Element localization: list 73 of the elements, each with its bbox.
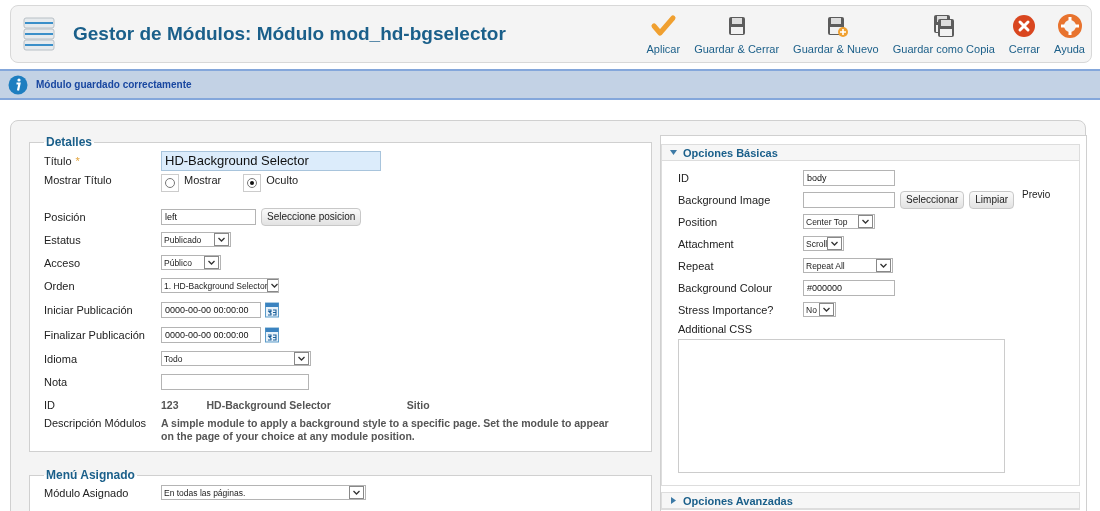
section-header[interactable]: Opciones Avanzadas xyxy=(662,493,1079,509)
fieldset-legend: Detalles xyxy=(44,135,95,149)
info-value: HD-Background Selector xyxy=(206,398,331,411)
text-field[interactable] xyxy=(161,373,309,390)
toolbar-button[interactable]: Guardar como Copia xyxy=(892,13,995,55)
calendar-icon[interactable] xyxy=(265,301,279,318)
fieldset-legend: Menú Asignado xyxy=(44,468,137,482)
dropdown[interactable]: Público xyxy=(161,255,221,270)
toolbar-button[interactable]: Ayuda xyxy=(1054,13,1085,55)
field-label: Idioma xyxy=(44,352,79,365)
info-icon xyxy=(8,74,28,95)
field-label: Mostrar Título xyxy=(44,174,113,186)
message-text: Módulo guardado correctamente xyxy=(36,79,192,90)
field-label: ID xyxy=(44,398,56,411)
info-value: 123 xyxy=(161,398,179,411)
field-label: Background Colour xyxy=(678,281,774,294)
dropdown[interactable]: 1. HD-Background Selector xyxy=(161,278,279,293)
field-label: Attachment xyxy=(678,237,735,250)
field-label: Iniciar Publicación xyxy=(44,303,134,316)
toolbar-button[interactable]: Guardar & Cerrar xyxy=(694,13,780,55)
dropdown[interactable]: Scroll xyxy=(803,236,844,251)
dropdown[interactable]: Repeat All xyxy=(803,258,893,273)
preview-label: Previo xyxy=(1022,189,1051,200)
toolbar-button[interactable]: Guardar & Nuevo xyxy=(793,13,879,55)
radio-label: Mostrar xyxy=(184,174,222,186)
date-field[interactable]: 0000-00-00 00:00:00 xyxy=(161,326,261,343)
section-header[interactable]: Opciones Básicas xyxy=(662,145,1079,161)
calendar-icon[interactable] xyxy=(265,326,279,343)
field-label: Título * xyxy=(44,154,81,167)
chevron-down-icon xyxy=(819,303,834,316)
chevron-down-icon xyxy=(294,352,309,365)
dropdown[interactable]: Todo xyxy=(161,351,311,366)
field-label: Acceso xyxy=(44,256,82,269)
page-title: Gestor de Módulos: Módulo mod_hd-bgselector xyxy=(73,23,507,45)
chevron-down-icon xyxy=(827,237,843,250)
chevron-down-icon xyxy=(214,233,229,246)
chevron-down-icon xyxy=(349,486,364,499)
field-label: ID xyxy=(678,171,690,184)
field-label: Repeat xyxy=(678,259,715,272)
text-field[interactable]: HD-Background Selector xyxy=(161,150,381,171)
chevron-down-icon xyxy=(876,259,891,272)
select-button[interactable]: Seleccionar xyxy=(900,190,965,209)
field-label: Additional CSS xyxy=(678,323,753,335)
dropdown[interactable]: Publicado xyxy=(161,232,231,247)
field-label: Descripción Módulos xyxy=(44,417,148,429)
stacked-discs-icon xyxy=(23,17,55,51)
date-field[interactable]: 0000-00-00 00:00:00 xyxy=(161,301,261,318)
field-label: Estatus xyxy=(44,233,82,246)
chevron-down-icon xyxy=(858,215,873,228)
toolbar-button[interactable]: Cerrar xyxy=(1008,13,1040,55)
field-label: Orden xyxy=(44,279,76,292)
select-button[interactable]: Seleccione posicion xyxy=(261,207,362,226)
field-label: Nota xyxy=(44,375,69,388)
dropdown[interactable]: En todas las páginas. xyxy=(161,485,366,500)
field-label: Stress Importance? xyxy=(678,303,775,316)
toolbar-button[interactable]: Aplicar xyxy=(646,13,681,55)
chevron-down-icon xyxy=(267,279,278,292)
field-label: Posición xyxy=(44,210,87,223)
dropdown[interactable]: Center Top xyxy=(803,214,875,229)
dropdown[interactable]: No xyxy=(803,302,836,317)
text-field[interactable]: left xyxy=(161,208,256,225)
select-button[interactable]: Limpiar xyxy=(969,190,1015,209)
text-field[interactable] xyxy=(803,191,895,208)
text-field[interactable]: body xyxy=(803,169,895,186)
info-value: Sitio xyxy=(406,398,430,411)
field-label: Finalizar Publicación xyxy=(44,328,146,341)
text-field[interactable]: #000000 xyxy=(803,279,895,296)
chevron-down-icon xyxy=(204,256,219,269)
field-label: Módulo Asignado xyxy=(44,486,130,499)
radio-label: Oculto xyxy=(266,174,299,186)
field-label: Background Image xyxy=(678,193,772,206)
module-description: A simple module to apply a background style to a specific page. Set the module to appear on the page of your choice at any module position. xyxy=(161,417,610,443)
field-label: Position xyxy=(678,215,719,228)
